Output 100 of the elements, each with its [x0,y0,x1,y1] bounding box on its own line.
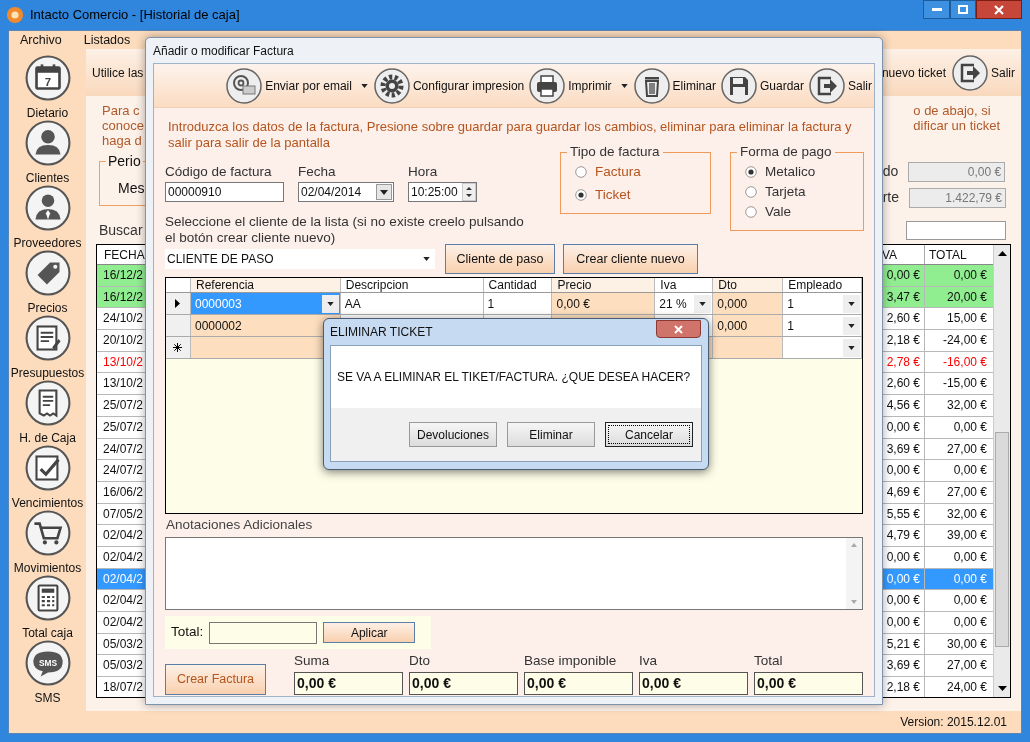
radio-option[interactable]: Factura [575,162,710,182]
close-button[interactable] [976,0,1022,19]
summary-field: 0,00 € [754,672,863,695]
radio-option[interactable]: Metalico [745,162,863,182]
dialog-button[interactable]: Eliminar [507,422,595,447]
table-cell[interactable]: 1 [487,294,495,313]
table-cell-text: 32,00 € [945,397,988,415]
app-logo-icon [6,6,24,24]
table-cell-text: 32,00 € [945,505,988,523]
toolbar-button[interactable]: Enviar por email [226,67,369,104]
table-cell-text: -24,00 € [941,332,988,350]
menu-item[interactable]: Listados [83,30,131,50]
dropdown-arrow-icon [423,257,430,261]
exit-button[interactable]: Salir [952,54,1015,91]
person-icon [24,120,71,166]
text-field[interactable]: 00000910 [165,182,284,202]
menu-item[interactable]: Archivo [20,30,62,50]
checklist-icon [24,445,71,491]
calculator-icon [24,575,71,621]
row-header[interactable] [166,337,191,358]
table-cell-text: 15,00 € [945,310,988,328]
summary-field: 0,00 € [409,672,518,695]
client-dropdown[interactable]: CLIENTE DE PASO [165,249,435,269]
calendar-icon: 7 [24,55,71,101]
sidebar-item[interactable]: 7 Dietario [9,55,86,120]
floppy-disk-icon [720,67,757,104]
spinner-arrows-icon[interactable] [462,183,476,201]
sidebar-item[interactable]: H. de Caja [9,380,86,445]
field-label: Hora [408,164,439,180]
field-label: rte [882,188,899,207]
table-cell-text: 0,00 € [952,462,988,480]
dropdown-arrow-icon [699,301,707,306]
radio-option[interactable]: Tarjeta [745,182,863,202]
trash-icon [633,67,670,104]
table-cell-text: 0,00 € [952,548,988,566]
date-field[interactable]: 02/04/2014 [298,182,394,202]
summary-field: 0,00 € [639,672,748,695]
scrollbar-thumb[interactable] [995,432,1009,647]
table-cell[interactable] [783,337,863,358]
asterisk-icon [173,343,183,352]
toolbar-button[interactable]: Salir [809,67,872,104]
receipt-icon [24,380,71,426]
sidebar-item[interactable]: Proveedores [9,185,86,250]
toolbar-button[interactable]: Imprimir [529,67,629,104]
client-button[interactable]: Cliente de paso [445,244,555,274]
close-icon [994,4,1004,15]
field-label: Código de factura [165,164,273,180]
sidebar-item[interactable]: Clientes [9,120,86,185]
radio-option[interactable]: Vale [745,202,863,222]
search-field[interactable] [906,220,1006,240]
table-cell[interactable] [713,337,784,358]
table-cell[interactable]: 1 [787,316,794,335]
toolbar-button[interactable]: Configurar impresion [373,67,525,104]
time-field[interactable]: 10:25:00 [408,182,477,202]
field-label: do [882,162,899,181]
maximize-button[interactable] [950,0,976,19]
column-header[interactable]: Dto [713,278,784,292]
close-button[interactable] [656,320,701,338]
total-field: 1.422,79 € [909,187,1006,208]
sidebar-item[interactable]: Total caja [9,575,86,640]
sidebar-item[interactable]: Precios [9,250,86,315]
client-button[interactable]: Crear cliente nuevo [563,244,698,274]
dialog-button[interactable]: Cancelar [605,422,693,447]
minimize-icon [931,7,942,12]
column-header[interactable]: TOTAL [925,245,993,264]
field-label: Suma [294,653,331,669]
total-input[interactable] [209,621,318,644]
instruction-text: Seleccione el cliente de la lista (si no existe creelo pulsando el botón crear cliente nuevo) [165,214,525,246]
dropdown-arrow-icon [360,83,368,88]
table-cell-text: 0,00 € [952,418,988,436]
row-header[interactable] [166,293,191,314]
field-label: Total [754,653,784,669]
exit-icon [809,67,845,104]
sidebar-item[interactable]: Presupuestos [9,315,86,380]
dropdown-arrow-icon [848,345,856,350]
table-cell: 0,00 € [925,265,993,286]
radio-option[interactable]: Ticket [575,185,710,205]
apply-button[interactable]: Aplicar [323,622,416,643]
table-cell[interactable]: AA [344,294,361,313]
table-cell[interactable]: 1 [787,294,794,313]
column-header[interactable]: Precio [552,278,656,292]
help-text: dificar un ticket [913,118,1000,133]
field-label: Base imponible [524,653,618,669]
table-cell-text: -15,00 € [941,375,988,393]
notes-field[interactable] [165,537,863,610]
toolbar-button[interactable]: Guardar [720,67,804,104]
shopping-cart-icon [24,510,71,556]
summary-field: 0,00 € [294,672,403,695]
vertical-scrollbar[interactable] [993,245,1010,697]
toolbar-button[interactable]: nuevo ticket [881,63,946,82]
toolbar-button[interactable]: Eliminar [633,67,716,104]
create-invoice-button[interactable]: Crear Factura [165,664,266,695]
dropdown-arrow-icon [620,83,628,88]
dialog-button[interactable]: Devoluciones [409,422,497,447]
table-cell-text: 0,00 € [952,592,988,610]
column-header[interactable]: Referencia [190,278,341,292]
sidebar-item[interactable]: SMS SMS [9,640,86,705]
minimize-button[interactable] [923,0,950,19]
sidebar-item[interactable]: Vencimientos [9,445,86,510]
sidebar-item[interactable]: Movimientos [9,510,86,575]
